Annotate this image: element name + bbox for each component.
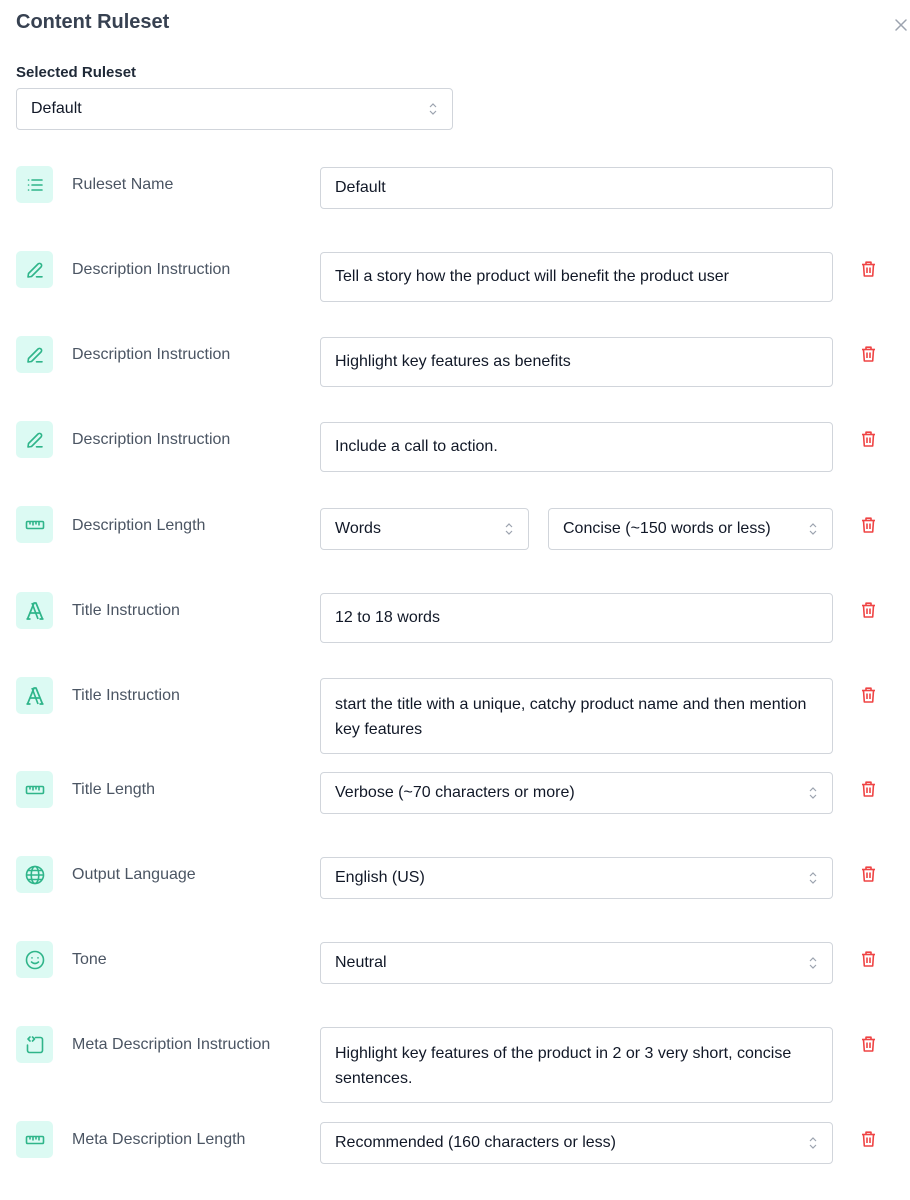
rule-select-meta-description-length[interactable]: Recommended (160 characters or less) — [320, 1122, 833, 1164]
rule-label-description-instruction: Description Instruction — [72, 431, 231, 448]
ruler-icon — [25, 520, 44, 529]
rule-value: Default — [335, 179, 386, 196]
rule-label-meta-description-instruction: Meta Description Instruction — [72, 1036, 271, 1053]
trash-icon — [862, 1131, 875, 1147]
rule-label-description-instruction: Description Instruction — [72, 346, 231, 363]
delete-rule-button[interactable] — [860, 865, 877, 883]
rule-icon-tile — [16, 166, 53, 203]
trash-icon — [862, 951, 875, 967]
selected-ruleset-label: Selected Ruleset — [16, 64, 137, 81]
pencil-icon — [26, 347, 43, 363]
rule-icon-tile — [16, 1121, 53, 1158]
rule-label-description-length: Description Length — [72, 517, 206, 534]
rule-textarea-meta-description-instruction[interactable]: Highlight key features of the product in… — [320, 1027, 833, 1103]
chevron-up-down-icon — [505, 523, 513, 535]
delete-rule-button[interactable] — [860, 516, 877, 534]
length-value-select[interactable]: Concise (~150 words or less) — [548, 508, 833, 550]
rule-icon-tile — [16, 506, 53, 543]
selected-ruleset-value: Default — [31, 100, 82, 117]
rule-value: Include a call to action. — [335, 438, 498, 455]
trash-icon — [862, 1036, 875, 1052]
ruler-icon — [25, 1135, 44, 1144]
smile-icon — [25, 950, 44, 969]
rule-icon-tile — [16, 677, 53, 714]
rule-textarea-title-instruction[interactable]: start the title with a unique, catchy pr… — [320, 678, 833, 754]
font-icon — [26, 601, 43, 620]
delete-rule-button[interactable] — [860, 260, 877, 278]
rule-label-meta-description-length: Meta Description Length — [72, 1131, 246, 1148]
rule-value: 12 to 18 words — [335, 609, 440, 626]
globe-icon — [25, 865, 44, 884]
rule-icon-tile — [16, 1026, 53, 1063]
chevron-up-down-icon — [809, 1137, 817, 1149]
delete-rule-button[interactable] — [860, 686, 877, 704]
close-button[interactable] — [893, 17, 909, 33]
rule-select-tone[interactable]: Neutral — [320, 942, 833, 984]
rule-value: Recommended (160 characters or less) — [335, 1134, 617, 1151]
delete-rule-button[interactable] — [860, 780, 877, 798]
trash-icon — [862, 687, 875, 703]
delete-rule-button[interactable] — [860, 950, 877, 968]
trash-icon — [862, 866, 875, 882]
code-box-icon — [26, 1035, 43, 1053]
rule-value: Tell a story how the product will benefi… — [335, 268, 729, 285]
rule-input-ruleset-name[interactable]: Default — [320, 167, 833, 209]
rule-label-description-instruction: Description Instruction — [72, 261, 231, 278]
font-icon — [26, 686, 43, 705]
page-title: Content Ruleset — [16, 11, 170, 33]
trash-icon — [862, 431, 875, 447]
chevron-up-down-icon — [809, 957, 817, 969]
list-icon — [27, 178, 43, 191]
chevron-up-down-icon — [809, 523, 817, 535]
rule-icon-tile — [16, 856, 53, 893]
pencil-icon — [26, 262, 43, 278]
rule-icon-tile — [16, 336, 53, 373]
chevron-up-down-icon — [429, 103, 437, 115]
delete-rule-button[interactable] — [860, 430, 877, 448]
rule-icon-tile — [16, 771, 53, 808]
rule-value: start the title with a unique, catchy pr… — [335, 696, 811, 738]
rule-icon-tile — [16, 592, 53, 629]
chevron-up-down-icon — [809, 787, 817, 799]
trash-icon — [862, 346, 875, 362]
rule-label-tone: Tone — [72, 951, 107, 968]
rule-icon-tile — [16, 421, 53, 458]
rule-value: Highlight key features of the product in… — [335, 1045, 796, 1087]
chevron-up-down-icon — [809, 872, 817, 884]
rule-label-output-language: Output Language — [72, 866, 196, 883]
rule-select-title-length[interactable]: Verbose (~70 characters or more) — [320, 772, 833, 814]
rule-icon-tile — [16, 251, 53, 288]
delete-rule-button[interactable] — [860, 1130, 877, 1148]
ruler-icon — [25, 785, 44, 794]
rule-label-title-instruction: Title Instruction — [72, 602, 180, 619]
rule-value: Highlight key features as benefits — [335, 353, 571, 370]
rule-icon-tile — [16, 941, 53, 978]
length-unit-value: Words — [335, 520, 381, 537]
rule-input-title-instruction[interactable]: 12 to 18 words — [320, 593, 833, 643]
rule-label-title-instruction: Title Instruction — [72, 687, 180, 704]
delete-rule-button[interactable] — [860, 1035, 877, 1053]
close-icon — [895, 19, 907, 31]
rule-label-title-length: Title Length — [72, 781, 156, 798]
selected-ruleset-select[interactable]: Default — [16, 88, 453, 130]
pencil-icon — [26, 432, 43, 448]
delete-rule-button[interactable] — [860, 345, 877, 363]
rule-label-ruleset-name: Ruleset Name — [72, 176, 174, 193]
trash-icon — [862, 602, 875, 618]
rule-input-description-instruction[interactable]: Include a call to action. — [320, 422, 833, 472]
trash-icon — [862, 781, 875, 797]
rule-input-description-instruction[interactable]: Highlight key features as benefits — [320, 337, 833, 387]
trash-icon — [862, 261, 875, 277]
delete-rule-button[interactable] — [860, 601, 877, 619]
rule-value: English (US) — [335, 869, 425, 886]
rule-value: Neutral — [335, 954, 387, 971]
length-value: Concise (~150 words or less) — [563, 520, 771, 537]
rule-input-description-instruction[interactable]: Tell a story how the product will benefi… — [320, 252, 833, 302]
length-unit-select[interactable]: Words — [320, 508, 529, 550]
trash-icon — [862, 517, 875, 533]
rule-value: Verbose (~70 characters or more) — [335, 784, 575, 801]
rule-select-output-language[interactable]: English (US) — [320, 857, 833, 899]
